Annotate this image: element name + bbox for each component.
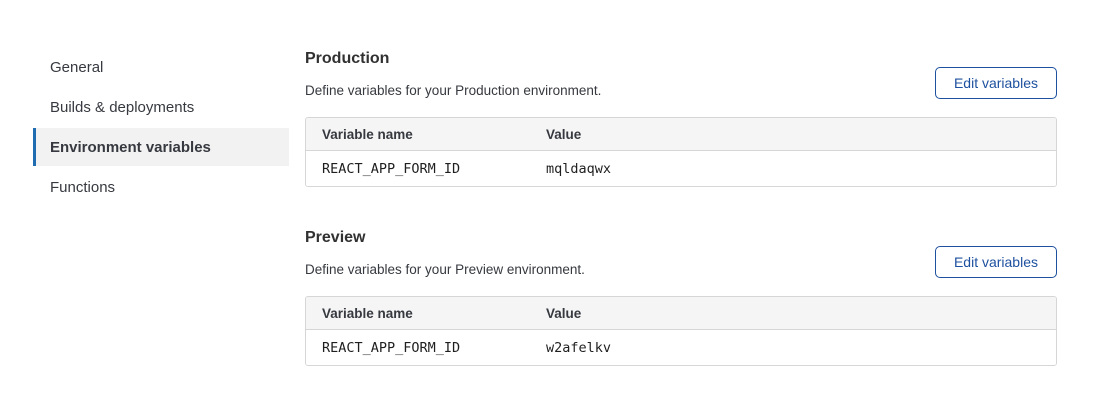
section-production: Production Define variables for your Pro… (305, 48, 1057, 187)
sidebar-item-environment-variables[interactable]: Environment variables (33, 128, 289, 166)
production-edit-variables-button[interactable]: Edit variables (935, 67, 1057, 99)
production-table-header-row: Variable name Value (306, 118, 1056, 151)
production-header: Production Define variables for your Pro… (305, 48, 1057, 99)
production-title: Production (305, 48, 601, 70)
preview-title: Preview (305, 227, 585, 249)
preview-table-header-row: Variable name Value (306, 297, 1056, 330)
sidebar-item-functions[interactable]: Functions (33, 168, 289, 206)
column-header-variable-name: Variable name (306, 127, 546, 142)
production-header-text: Production Define variables for your Pro… (305, 48, 601, 99)
sidebar-item-builds-deployments[interactable]: Builds & deployments (33, 88, 289, 126)
sidebar-item-general[interactable]: General (33, 48, 289, 86)
column-header-value: Value (546, 127, 1056, 142)
preview-description: Define variables for your Preview enviro… (305, 261, 585, 278)
settings-page: General Builds & deployments Environment… (0, 0, 1100, 420)
preview-variables-table: Variable name Value REACT_APP_FORM_ID w2… (305, 296, 1057, 366)
production-variables-table: Variable name Value REACT_APP_FORM_ID mq… (305, 117, 1057, 187)
variable-value-cell: w2afelkv (546, 340, 1056, 356)
preview-header-text: Preview Define variables for your Previe… (305, 227, 585, 278)
variable-name-cell: REACT_APP_FORM_ID (306, 161, 546, 177)
preview-header: Preview Define variables for your Previe… (305, 227, 1057, 278)
column-header-value: Value (546, 306, 1056, 321)
table-row: REACT_APP_FORM_ID w2afelkv (306, 330, 1056, 365)
section-preview: Preview Define variables for your Previe… (305, 227, 1057, 366)
production-description: Define variables for your Production env… (305, 82, 601, 99)
variable-name-cell: REACT_APP_FORM_ID (306, 340, 546, 356)
preview-edit-variables-button[interactable]: Edit variables (935, 246, 1057, 278)
table-row: REACT_APP_FORM_ID mqldaqwx (306, 151, 1056, 186)
settings-sidebar: General Builds & deployments Environment… (33, 48, 289, 208)
variable-value-cell: mqldaqwx (546, 161, 1056, 177)
environment-variables-content: Production Define variables for your Pro… (305, 48, 1057, 366)
column-header-variable-name: Variable name (306, 306, 546, 321)
